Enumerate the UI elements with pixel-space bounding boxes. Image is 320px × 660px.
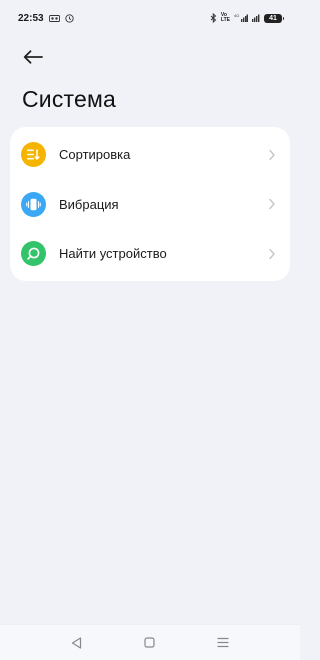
bluetooth-icon <box>210 13 217 23</box>
home-square-icon <box>144 637 156 648</box>
chevron-right-icon <box>269 199 275 210</box>
settings-list: Сортировка Вибрация Найти устройство <box>10 127 290 281</box>
vibration-icon <box>21 191 46 217</box>
status-time: 22:53 <box>18 12 44 24</box>
alarm-clock-icon <box>64 13 74 23</box>
screen: 22:53 Vo LTE 4G 41 Система Сортировка Ви… <box>0 0 300 660</box>
back-triangle-icon <box>72 636 82 649</box>
signal-bars-icon <box>252 13 260 23</box>
recents-menu-icon <box>217 637 229 648</box>
find-device-icon <box>21 241 46 267</box>
chevron-right-icon <box>269 248 275 259</box>
signal-4g-icon: 4G <box>234 13 248 23</box>
page-title: Система <box>22 86 117 112</box>
volte-line-2: LTE <box>220 17 230 23</box>
volte-indicator: Vo LTE <box>221 13 230 23</box>
tape-icon <box>48 14 60 22</box>
nav-home-button[interactable] <box>135 628 165 658</box>
chevron-right-icon <box>269 149 275 160</box>
nav-recents-button[interactable] <box>208 628 238 658</box>
status-left: 22:53 <box>18 13 74 24</box>
battery-indicator: 41 <box>264 13 284 23</box>
back-button[interactable] <box>18 44 48 70</box>
settings-item-find-device[interactable]: Найти устройство <box>10 229 290 279</box>
settings-item-label: Найти устройство <box>59 246 167 262</box>
settings-item-vibration[interactable]: Вибрация <box>10 180 290 230</box>
settings-item-label: Вибрация <box>59 196 119 212</box>
sort-icon <box>21 142 46 168</box>
nav-back-button[interactable] <box>62 628 92 658</box>
status-bar: 22:53 Vo LTE 4G 41 <box>0 0 300 36</box>
svg-text:4G: 4G <box>234 13 239 18</box>
settings-item-label: Сортировка <box>59 147 131 163</box>
navigation-bar <box>0 624 300 660</box>
status-right: Vo LTE 4G 41 <box>210 13 284 23</box>
arrow-left-icon <box>23 50 43 64</box>
settings-item-sort[interactable]: Сортировка <box>10 130 290 180</box>
